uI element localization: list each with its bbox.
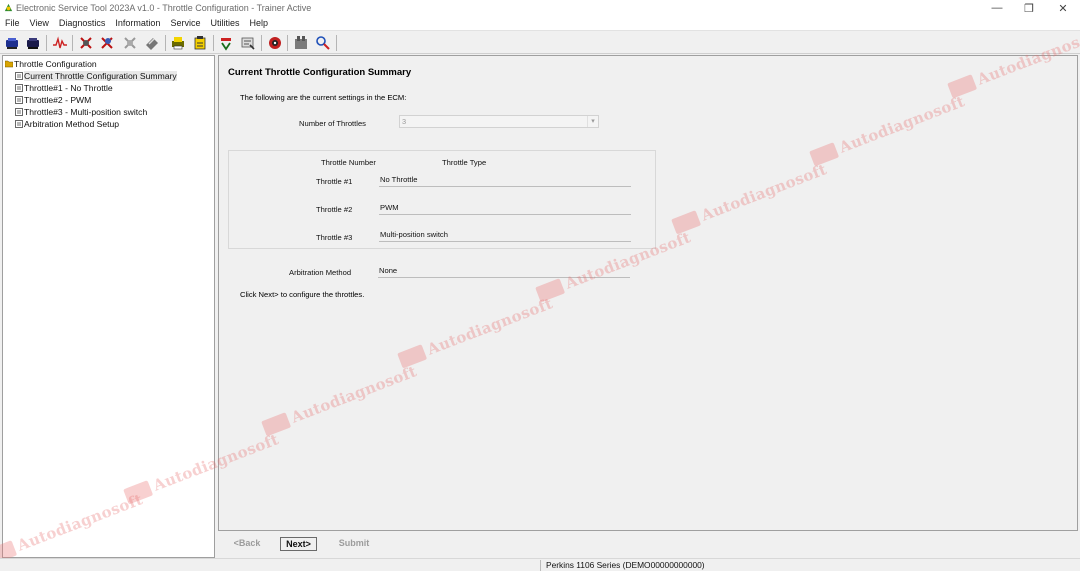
tree-item-label: Throttle#3 - Multi-position switch (24, 107, 148, 117)
menu-file[interactable]: File (0, 16, 25, 30)
menu-utilities[interactable]: Utilities (205, 16, 244, 30)
toolbar-separator (287, 35, 288, 51)
ecm-summary-icon[interactable] (266, 34, 284, 52)
menu-diagnostics[interactable]: Diagnostics (54, 16, 111, 30)
tree-item-label: Throttle#1 - No Throttle (24, 83, 113, 93)
toolbar (0, 30, 1080, 54)
status-bar: Perkins 1106 Series (DEMO00000000000) (0, 558, 1080, 571)
tree-root-label: Throttle Configuration (14, 59, 97, 69)
tree-item-current-summary[interactable]: Current Throttle Configuration Summary (15, 70, 177, 82)
status-divider (540, 560, 541, 571)
toolbar-separator (46, 35, 47, 51)
folder-icon (5, 60, 13, 68)
disconnect-icon[interactable] (24, 34, 42, 52)
next-button[interactable]: Next> (280, 537, 317, 551)
arbitration-label: Arbitration Method (289, 268, 352, 277)
maximize-button[interactable]: ❐ (1012, 0, 1046, 16)
num-throttles-select[interactable]: 3 ▾ (399, 115, 599, 128)
menu-help[interactable]: Help (244, 16, 273, 30)
throttle-2-label: Throttle #2 (316, 205, 353, 214)
menu-information[interactable]: Information (110, 16, 165, 30)
chevron-down-icon[interactable]: ▾ (587, 116, 598, 127)
num-throttles-label: Number of Throttles (299, 119, 366, 128)
header-throttle-type: Throttle Type (442, 158, 487, 167)
tree-item-throttle-1[interactable]: Throttle#1 - No Throttle (15, 82, 113, 94)
tree-item-throttle-3[interactable]: Throttle#3 - Multi-position switch (15, 106, 147, 118)
throttle-3-label: Throttle #3 (316, 233, 353, 242)
report-icon[interactable] (239, 34, 257, 52)
instruction-text: Click Next> to configure the throttles. (240, 290, 365, 299)
main-panel: Current Throttle Configuration Summary T… (218, 55, 1078, 531)
intro-text: The following are the current settings i… (240, 93, 407, 102)
app-icon (4, 3, 13, 12)
page-title: Current Throttle Configuration Summary (228, 67, 412, 78)
header-throttle-number: Throttle Number (321, 158, 376, 167)
event-codes-icon[interactable] (98, 34, 116, 52)
arbitration-value-field: None (378, 265, 630, 278)
tree-item-throttle-2[interactable]: Throttle#2 - PWM (15, 94, 91, 106)
page-icon (15, 108, 23, 116)
help-search-icon[interactable] (314, 34, 332, 52)
throttle-1-type-field: No Throttle (379, 174, 631, 187)
toolbar-separator (261, 35, 262, 51)
ecm-status: Perkins 1106 Series (DEMO00000000000) (546, 560, 705, 570)
tree-item-label: Current Throttle Configuration Summary (24, 71, 177, 81)
tree-root-throttle-configuration[interactable]: Throttle Configuration (5, 58, 97, 70)
toolbar-separator (336, 35, 337, 51)
throttle-3-type-field: Multi-position switch (379, 229, 631, 242)
clear-icon[interactable] (143, 34, 161, 52)
wizard-buttons: <Back Next> Submit (218, 537, 418, 553)
throttle-table: Throttle Number Throttle Type Throttle #… (228, 150, 656, 249)
menu-view[interactable]: View (25, 16, 54, 30)
navigation-tree: Throttle Configuration Current Throttle … (2, 55, 215, 558)
flash-icon[interactable] (217, 34, 235, 52)
throttle-1-label: Throttle #1 (316, 177, 353, 186)
page-icon (15, 72, 23, 80)
toolbar-separator (72, 35, 73, 51)
throttle-2-type-field: PWM (379, 202, 631, 215)
calibration-icon[interactable] (191, 34, 209, 52)
page-icon (15, 120, 23, 128)
toolbar-separator (213, 35, 214, 51)
window-title: Electronic Service Tool 2023A v1.0 - Thr… (16, 3, 312, 13)
menu-service[interactable]: Service (165, 16, 205, 30)
logged-events-icon[interactable] (121, 34, 139, 52)
title-bar: Electronic Service Tool 2023A v1.0 - Thr… (0, 0, 1080, 16)
tools-icon[interactable] (292, 34, 310, 52)
toolbar-separator (165, 35, 166, 51)
close-button[interactable]: ✕ (1046, 0, 1080, 16)
tree-item-arbitration[interactable]: Arbitration Method Setup (15, 118, 119, 130)
tree-item-label: Arbitration Method Setup (24, 119, 120, 129)
print-icon[interactable] (169, 34, 187, 52)
submit-button[interactable]: Submit (334, 537, 374, 551)
tree-item-label: Throttle#2 - PWM (24, 95, 92, 105)
page-icon (15, 84, 23, 92)
num-throttles-value: 3 (402, 117, 407, 126)
page-icon (15, 96, 23, 104)
connect-icon[interactable] (3, 34, 21, 52)
back-button[interactable]: <Back (227, 537, 267, 551)
menu-bar: File View Diagnostics Information Servic… (0, 16, 1080, 30)
graph-icon[interactable] (51, 34, 69, 52)
diagnostic-codes-icon[interactable] (77, 34, 95, 52)
minimize-button[interactable]: — (980, 0, 1014, 16)
